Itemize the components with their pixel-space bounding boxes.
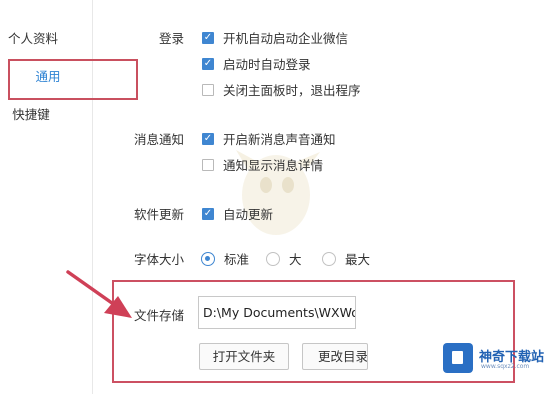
watermark-subtitle: www.sqxz2.com [481,363,530,370]
annotation-arrow-icon [66,270,132,318]
site-logo-icon [443,343,473,373]
